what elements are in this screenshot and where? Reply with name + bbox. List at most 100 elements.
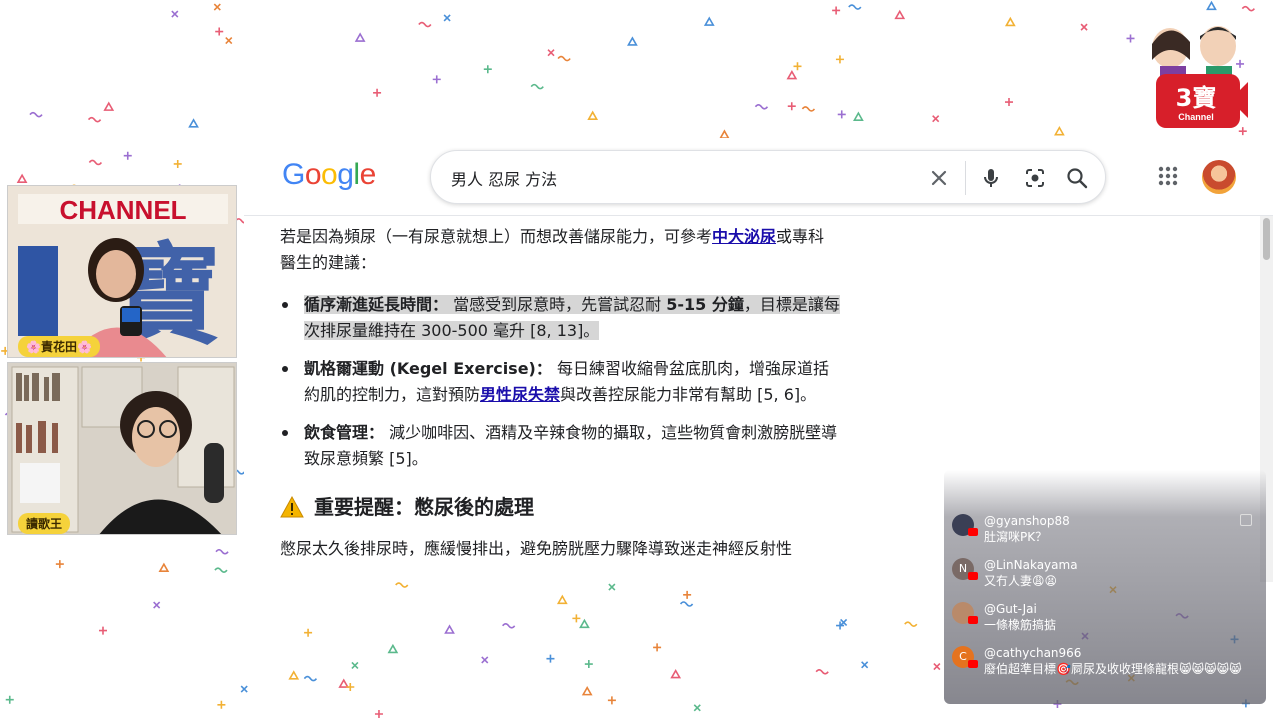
confetti-piece: [304, 628, 313, 637]
confetti-piece: [103, 101, 115, 111]
bullet-text: 減少咖啡因、酒精及辛辣食物的攝取，這些物質會刺激膀胱壁導致尿意頻繁 [5]。: [304, 423, 838, 468]
confetti-piece: [793, 62, 802, 71]
lens-camera-icon[interactable]: [1021, 164, 1049, 192]
confetti-piece: [354, 32, 366, 42]
confetti-piece: [546, 654, 555, 663]
google-header: Google: [244, 138, 1273, 216]
chat-username: @cathychan966: [984, 646, 1082, 660]
bullet-bold: 5-15 分鐘: [666, 295, 744, 314]
confetti-piece: [214, 567, 228, 573]
bullet-text: 當感受到尿意時，先嘗試忍耐: [453, 295, 662, 314]
confetti-piece: [98, 626, 107, 635]
logo-subtext: Channel: [1178, 112, 1214, 122]
confetti-piece: [587, 110, 599, 120]
confetti-piece: [894, 9, 906, 20]
confetti-piece: [693, 704, 701, 712]
chat-username: @LinNakayama: [984, 558, 1078, 572]
host-1-video: CHANNEL 寶: [8, 186, 236, 357]
confetti-piece: [719, 129, 730, 139]
confetti-piece: [683, 590, 692, 599]
youtube-badge-icon: [968, 572, 978, 580]
host-2-name-tag: 讀歌王: [18, 513, 71, 534]
chat-text: 肚瀉咪PK？: [984, 530, 1048, 544]
confetti-piece: [55, 560, 64, 569]
intro-paragraph: 若是因為頻尿（一有尿意就想上）而想改善儲尿能力，可參考中大泌尿或專科醫生的建議：: [280, 224, 840, 276]
confetti-piece: [653, 643, 662, 652]
link-cuhk-urology[interactable]: 中大泌尿: [712, 227, 776, 246]
confetti-piece: [225, 36, 233, 45]
confetti-piece: [530, 83, 544, 90]
confetti-piece: [607, 696, 616, 705]
confetti-piece: [1004, 16, 1016, 27]
scrollbar-thumb[interactable]: [1263, 218, 1270, 260]
confetti-piece: [171, 10, 179, 18]
confetti-piece: [443, 14, 451, 22]
tips-list: 循序漸進延長時間： 當感受到尿意時，先嘗試忍耐 5-15 分鐘，目標是讓每次排尿…: [280, 292, 840, 472]
chat-text: 又冇人妻😩😫: [984, 574, 1058, 588]
confetti-piece: [88, 159, 103, 166]
account-avatar[interactable]: [1202, 160, 1236, 194]
confetti-piece: [87, 116, 102, 123]
confetti-piece: [483, 65, 492, 74]
bullet-text: 與改善控尿能力非常有幫助 [5, 6]。: [560, 385, 817, 404]
confetti-piece: [670, 668, 682, 679]
confetti-piece: [703, 16, 715, 26]
confetti-piece: [933, 662, 941, 671]
confetti-piece: [444, 624, 455, 634]
host-2-video: [8, 363, 236, 534]
search-divider: [965, 161, 966, 195]
list-item: 循序漸進延長時間： 當感受到尿意時，先嘗試忍耐 5-15 分鐘，目標是讓每次排尿…: [280, 292, 840, 344]
confetti-piece: [932, 115, 940, 123]
youtube-badge-icon: [968, 660, 978, 668]
pin-icon[interactable]: [1240, 514, 1252, 526]
confetti-piece: [547, 49, 555, 57]
backdrop-channel-text: CHANNEL: [59, 195, 186, 225]
search-icon[interactable]: [1063, 164, 1091, 192]
confetti-piece: [346, 683, 355, 692]
confetti-piece: [215, 548, 229, 555]
webcam-host-1: CHANNEL 寶 🌸責花田🌸: [7, 185, 237, 358]
confetti-piece: [351, 661, 359, 670]
confetti-piece: [288, 670, 300, 680]
confetti-piece: [608, 583, 616, 591]
clear-icon[interactable]: [925, 164, 953, 192]
confetti-piece: [861, 661, 869, 669]
microphone-icon[interactable]: [977, 164, 1005, 192]
confetti-piece: [832, 6, 841, 15]
confetti-piece: [627, 36, 638, 46]
confetti-piece: [418, 21, 432, 28]
truncated-paragraph: 憋尿太久後排尿時，應緩慢排出，避免膀胱壓力驟降導致迷走神經反射性: [280, 539, 793, 558]
intro-text: 若是因為頻尿（一有尿意就想上）而想改善儲尿能力，可參考: [280, 227, 713, 246]
confetti-piece: [387, 643, 399, 654]
confetti-piece: [188, 118, 199, 128]
confetti-piece: [303, 675, 318, 682]
confetti-piece: [815, 668, 829, 675]
confetti-piece: [373, 88, 382, 97]
confetti-piece: [835, 55, 844, 64]
confetti-piece: [502, 623, 516, 629]
confetti-piece: [853, 111, 864, 121]
confetti-piece: [572, 614, 581, 623]
confetti-piece: [240, 685, 248, 693]
chat-text: 廢伯超準目標🎯屙尿及收收理條龍根😸😸😸😸😸: [984, 662, 1242, 676]
search-box[interactable]: [430, 150, 1106, 204]
confetti-piece: [153, 601, 161, 609]
confetti-piece: [29, 111, 43, 118]
bullet-title: 循序漸進延長時間：: [304, 295, 449, 314]
confetti-piece: [754, 104, 769, 110]
youtube-badge-icon: [968, 616, 978, 624]
logo-text: 3寶: [1176, 84, 1217, 112]
confetti-piece: [581, 686, 593, 696]
ai-overview-content: 若是因為頻尿（一有尿意就想上）而想改善儲尿能力，可參考中大泌尿或專科醫生的建議：…: [280, 224, 840, 562]
google-logo[interactable]: Google: [282, 158, 376, 192]
link-male-incontinence[interactable]: 男性尿失禁: [480, 385, 560, 404]
chat-username: @Gut-Jai: [984, 602, 1037, 616]
confetti-piece: [557, 55, 571, 62]
youtube-badge-icon: [968, 528, 978, 536]
confetti-piece: [1080, 23, 1088, 31]
bullet-title: 飲食管理：: [304, 423, 385, 442]
apps-grid-icon[interactable]: [1156, 164, 1180, 188]
confetti-piece: [801, 106, 816, 112]
confetti-piece: [904, 621, 918, 627]
search-input[interactable]: [451, 165, 891, 191]
